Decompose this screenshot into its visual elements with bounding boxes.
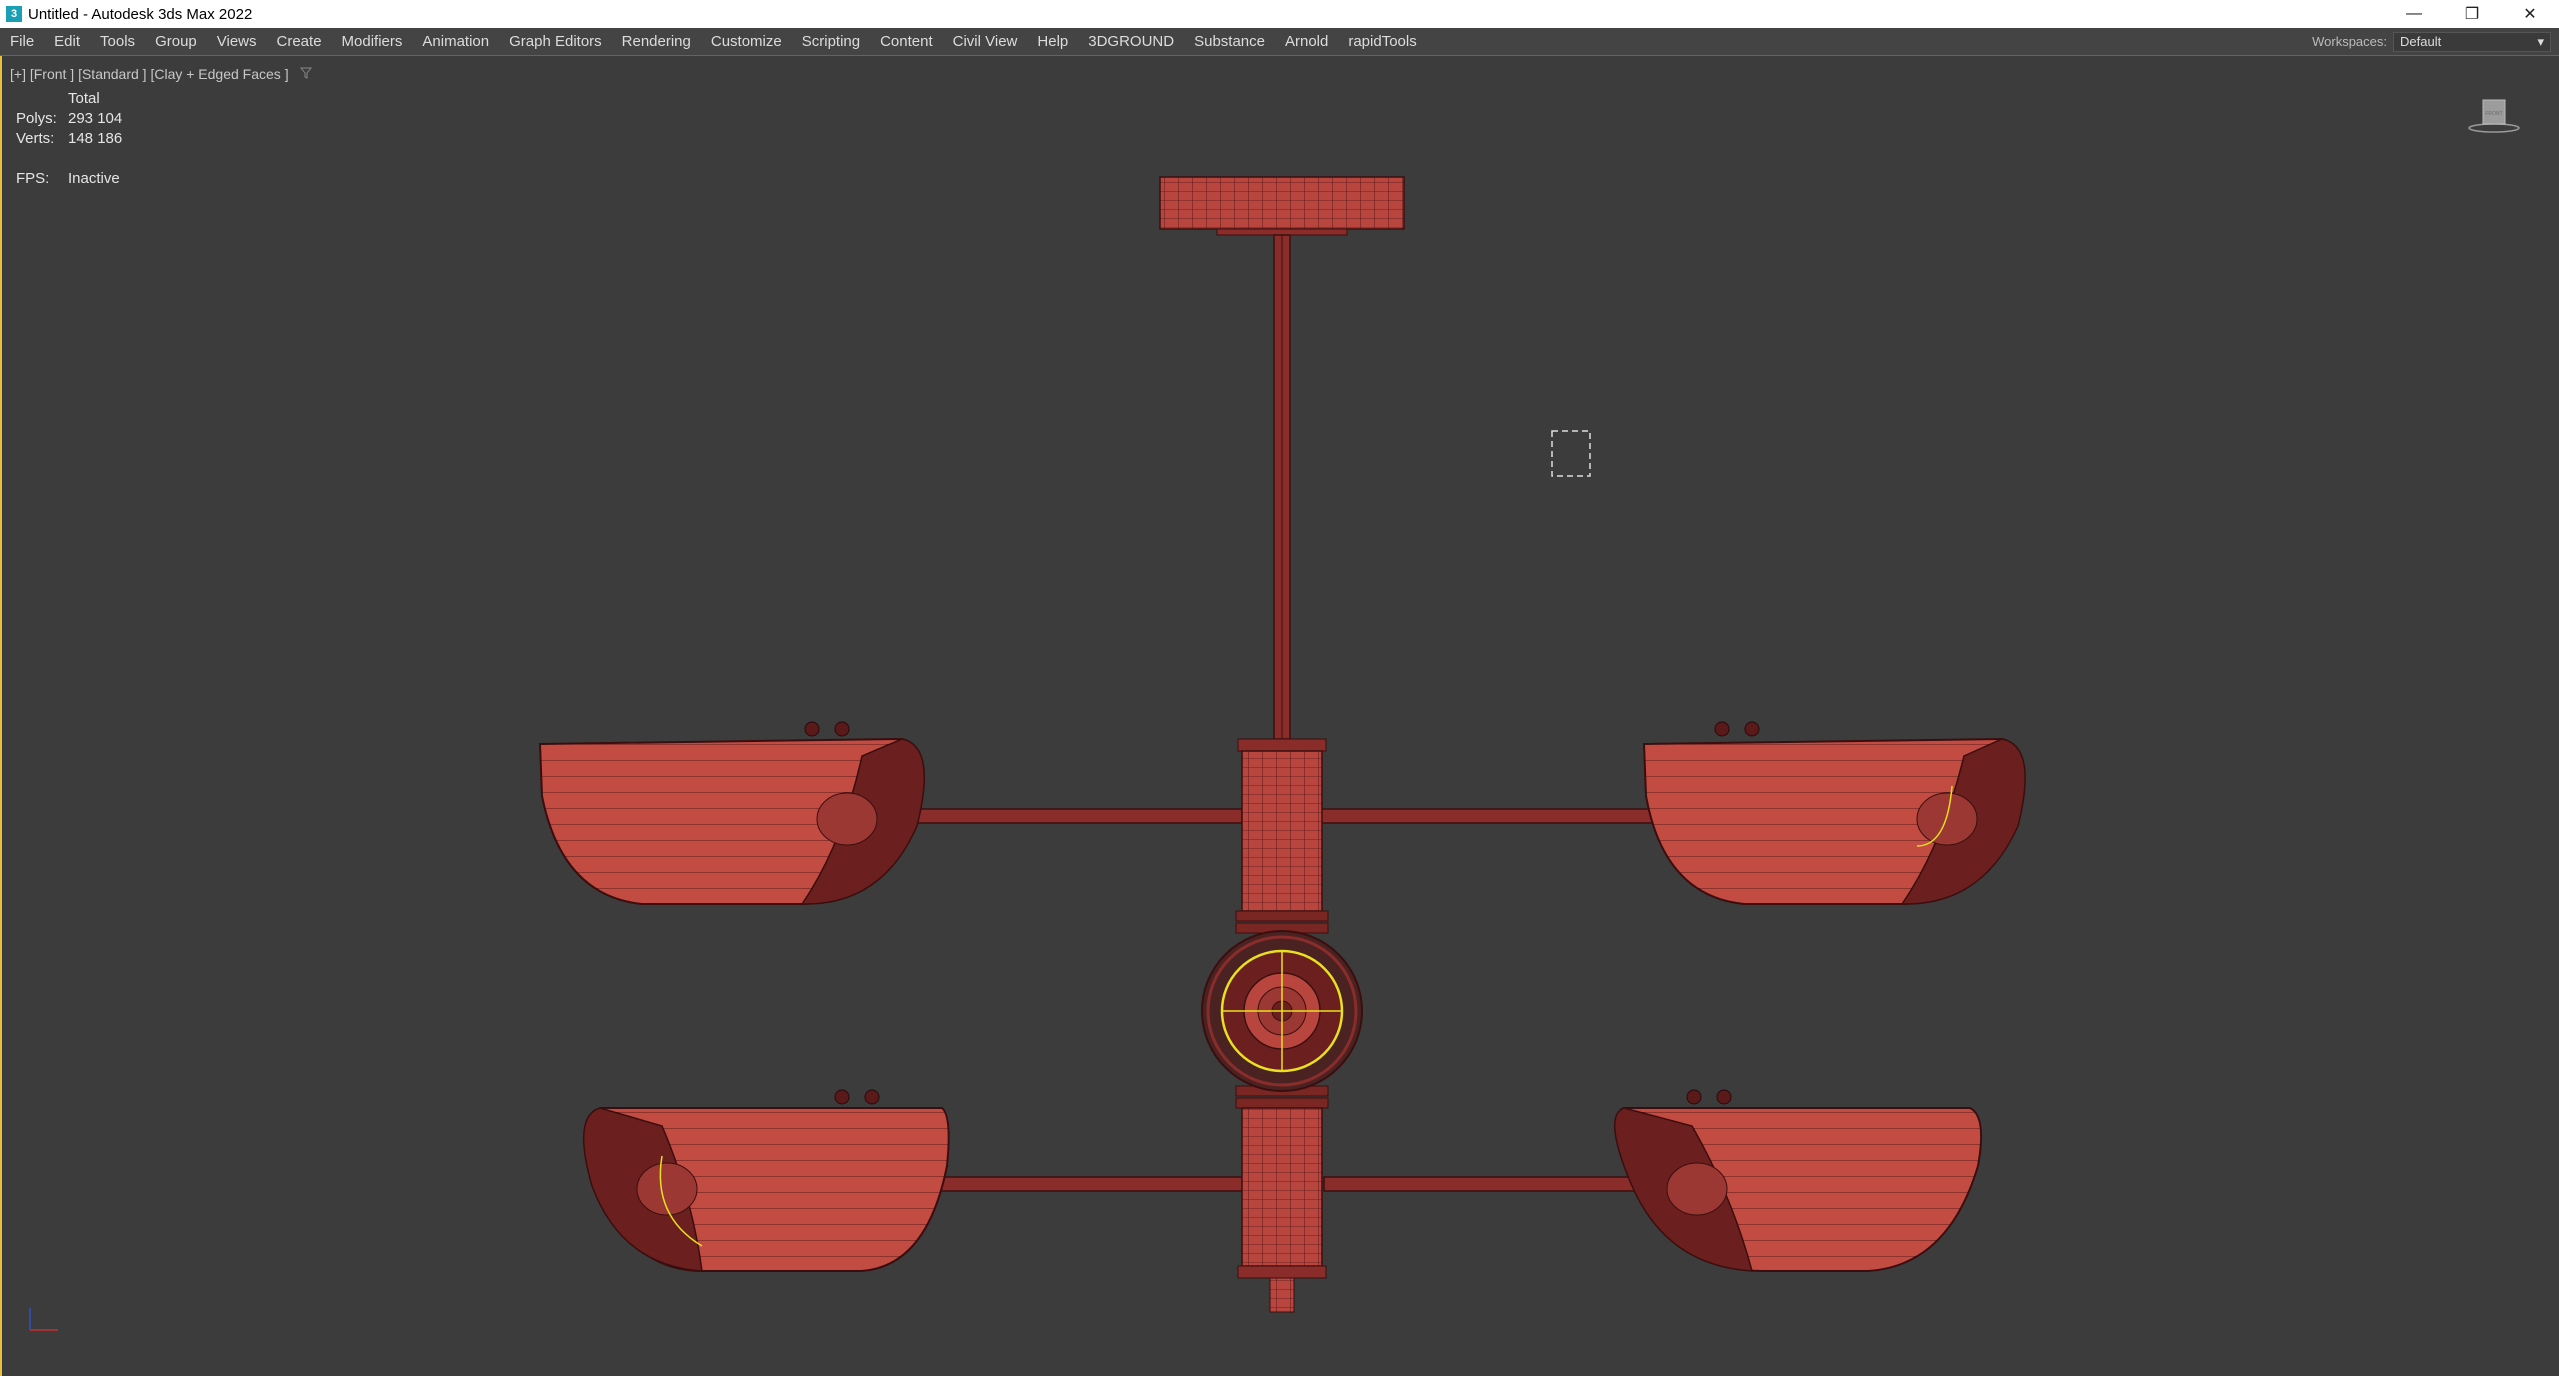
workspaces-dropdown[interactable]: Default ▾ <box>2393 31 2551 52</box>
upper-arm-right[interactable] <box>1319 808 1673 824</box>
window-title: Untitled - Autodesk 3ds Max 2022 <box>28 5 253 23</box>
menu-scripting[interactable]: Scripting <box>792 28 870 55</box>
menu-help[interactable]: Help <box>1027 28 1078 55</box>
lamp-shade-lower-left[interactable] <box>582 1089 950 1272</box>
menu-file[interactable]: File <box>0 28 44 55</box>
menu-rendering[interactable]: Rendering <box>612 28 701 55</box>
menu-views[interactable]: Views <box>207 28 267 55</box>
title-bar: 3 Untitled - Autodesk 3ds Max 2022 — ❐ ✕ <box>0 0 2559 28</box>
close-button[interactable]: ✕ <box>2501 0 2559 28</box>
axis-tripod-icon <box>24 1306 64 1341</box>
lower-arm-left[interactable] <box>931 1176 1255 1192</box>
lamp-shade-upper-right[interactable] <box>1642 721 2026 905</box>
selection-marquee <box>1551 430 1591 477</box>
menu-graph-editors[interactable]: Graph Editors <box>499 28 612 55</box>
menu-edit[interactable]: Edit <box>44 28 90 55</box>
menu-civil-view[interactable]: Civil View <box>943 28 1028 55</box>
viewport-front[interactable]: [+] [Front ] [Standard ] [Clay + Edged F… <box>0 56 2559 1376</box>
menu-modifiers[interactable]: Modifiers <box>332 28 413 55</box>
restore-button[interactable]: ❐ <box>2443 0 2501 28</box>
menu-group[interactable]: Group <box>145 28 207 55</box>
lamp-shade-lower-right[interactable] <box>1613 1089 1983 1272</box>
ceiling-canopy[interactable] <box>1159 176 1405 236</box>
menu-rapidtools[interactable]: rapidTools <box>1338 28 1426 55</box>
center-medallion[interactable] <box>1201 930 1363 1092</box>
menu-content[interactable]: Content <box>870 28 943 55</box>
app-icon: 3 <box>6 6 22 22</box>
menu-animation[interactable]: Animation <box>412 28 499 55</box>
lamp-shade-upper-left[interactable] <box>538 721 926 905</box>
menu-create[interactable]: Create <box>267 28 332 55</box>
menu-tools[interactable]: Tools <box>90 28 145 55</box>
workspaces-label: Workspaces: <box>2312 34 2387 49</box>
window-controls: — ❐ ✕ <box>2385 0 2559 28</box>
chevron-down-icon: ▾ <box>2537 33 2544 49</box>
workspaces-value: Default <box>2400 34 2442 49</box>
workspaces-control: Workspaces: Default ▾ <box>2312 28 2559 55</box>
menu-arnold[interactable]: Arnold <box>1275 28 1338 55</box>
minimize-button[interactable]: — <box>2385 0 2443 28</box>
menu-substance[interactable]: Substance <box>1184 28 1275 55</box>
menu-3dground[interactable]: 3DGROUND <box>1078 28 1184 55</box>
menu-customize[interactable]: Customize <box>701 28 792 55</box>
scene-canvas[interactable] <box>2 56 2557 1376</box>
menu-bar: File Edit Tools Group Views Create Modif… <box>0 28 2559 56</box>
